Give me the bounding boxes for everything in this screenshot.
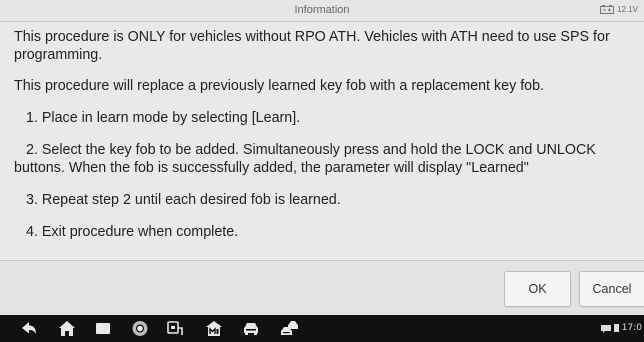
message-body[interactable]: This procedure is ONLY for vehicles with… <box>0 22 644 260</box>
battery-status: 12.1V <box>600 5 638 14</box>
chrome-browser-icon[interactable] <box>131 320 149 337</box>
car-battery-icon <box>600 5 615 14</box>
clock: 17:0 <box>621 323 642 333</box>
step-1: 1. Place in learn mode by selecting [Lea… <box>26 110 301 126</box>
step-4: 4. Exit procedure when complete. <box>26 224 239 240</box>
title-bar: Information 12.1V <box>0 0 644 22</box>
battery-voltage: 12.1V <box>617 5 638 14</box>
intro-text: This procedure is ONLY for vehicles with… <box>14 29 610 63</box>
car-service-icon[interactable] <box>280 320 302 337</box>
vci-connect-icon[interactable] <box>166 320 184 337</box>
purpose-text: This procedure will replace a previously… <box>14 78 545 94</box>
dialog-footer: OK Cancel <box>0 260 644 315</box>
recent-apps-icon[interactable] <box>94 320 112 337</box>
back-icon[interactable] <box>20 320 38 337</box>
vehicle-icon[interactable] <box>242 320 260 337</box>
step-2: 2. Select the key fob to be added. Simul… <box>14 142 596 176</box>
maxifix-icon[interactable] <box>205 320 223 337</box>
window-title: Information <box>294 4 350 16</box>
status-area: 17:0 <box>600 323 642 333</box>
ok-button[interactable]: OK <box>504 271 571 307</box>
home-icon[interactable] <box>58 320 76 337</box>
chat-icon <box>600 324 611 333</box>
step-3: 3. Repeat step 2 until each desired fob … <box>26 192 341 208</box>
cancel-button[interactable]: Cancel <box>579 271 644 307</box>
signal-icon <box>613 324 619 332</box>
system-nav-bar: 17:0 <box>0 315 644 342</box>
